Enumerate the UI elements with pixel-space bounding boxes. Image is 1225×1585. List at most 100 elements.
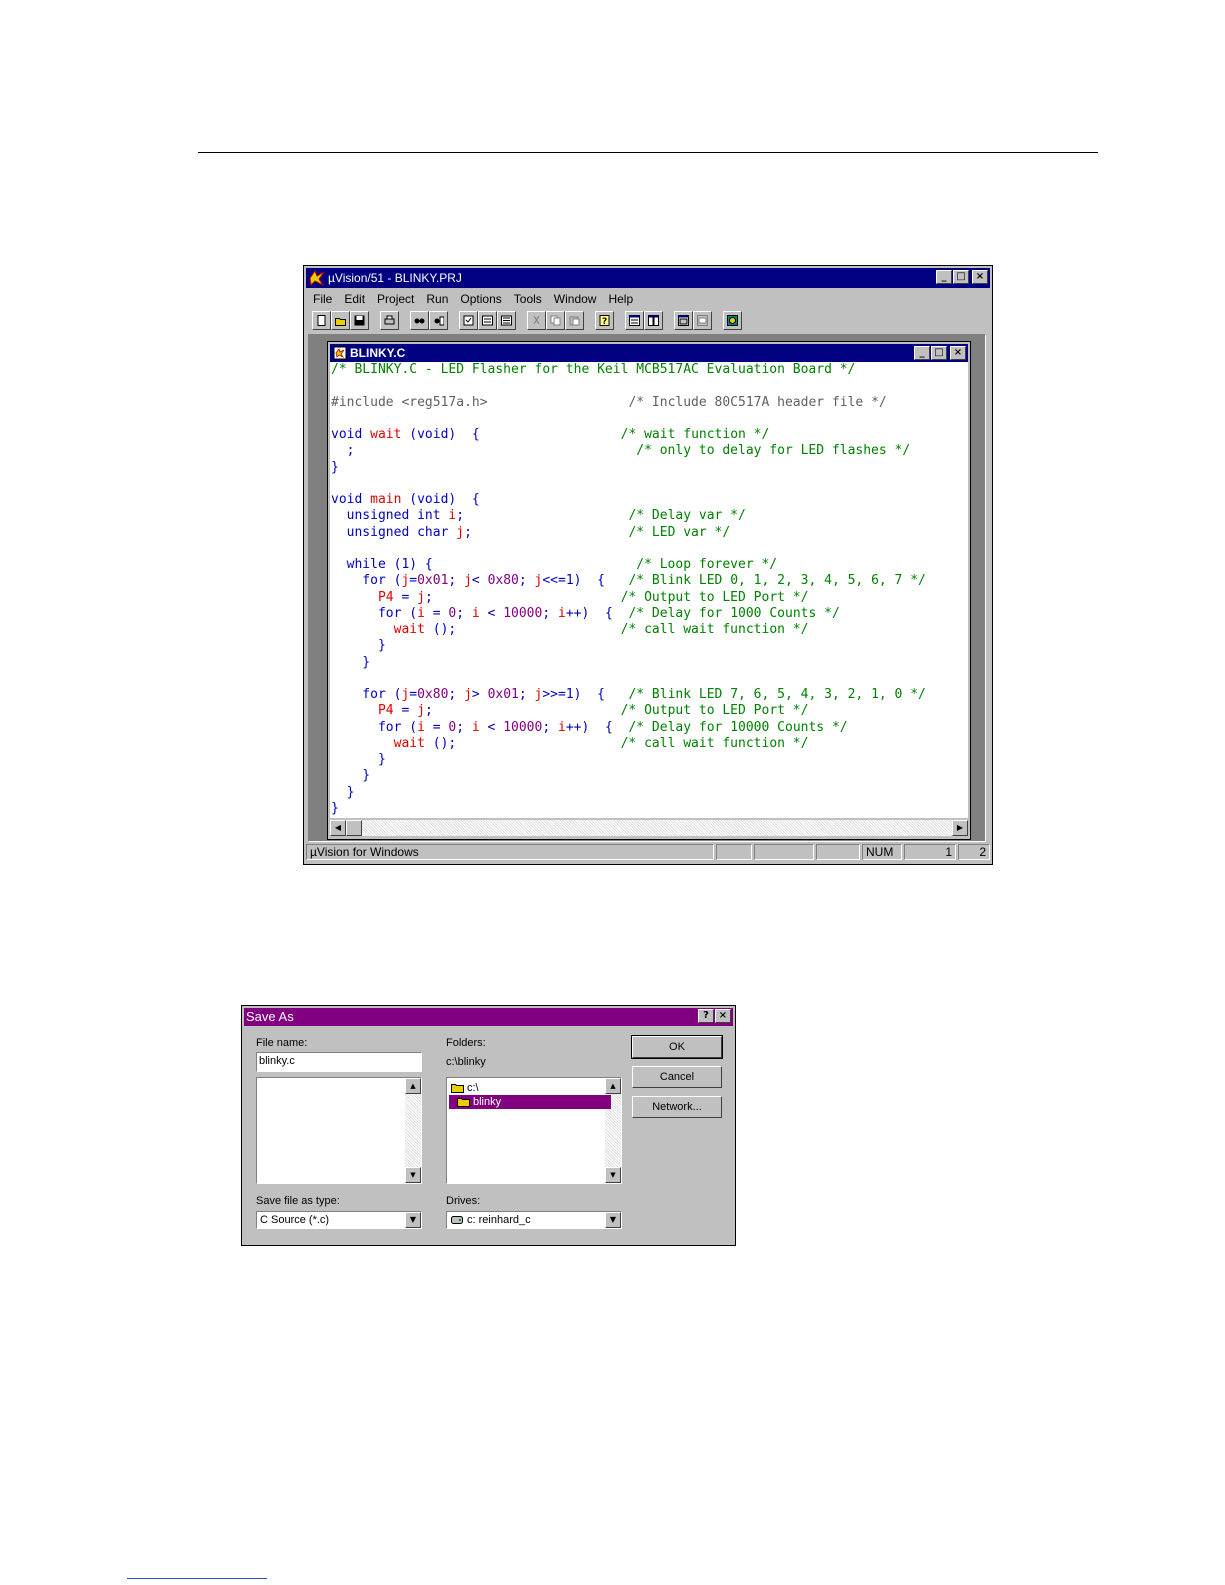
debug-button[interactable] — [723, 310, 742, 330]
code-token: void — [331, 492, 371, 507]
folder-name: blinky — [473, 1096, 502, 1108]
save-file-button[interactable] — [350, 310, 369, 330]
code-line[interactable]: for (j=0x01; j< 0x80; j<<=1) { /* Blink … — [331, 573, 926, 589]
file-list-up-arrow-icon[interactable]: ▲ — [405, 1078, 421, 1094]
find-button[interactable] — [410, 310, 429, 330]
code-line[interactable]: ; /* only to delay for LED flashes */ — [331, 443, 911, 459]
toolbar: ? — [312, 309, 742, 331]
horizontal-scrollbar[interactable]: ◀ ▶ — [330, 820, 968, 836]
network-button[interactable]: Network... — [632, 1096, 722, 1118]
status-text: µVision for Windows — [306, 844, 714, 860]
menu-help[interactable]: Help — [602, 290, 639, 308]
code-line[interactable]: void main (void) { — [331, 492, 480, 508]
drive-chevron-down-icon[interactable]: ▼ — [605, 1212, 621, 1228]
file-list[interactable]: ▲ ▼ — [256, 1077, 422, 1184]
menu-edit[interactable]: Edit — [338, 290, 371, 308]
file-list-down-arrow-icon[interactable]: ▼ — [405, 1167, 421, 1183]
dialog-title-bar[interactable]: Save As ? × — [244, 1008, 733, 1026]
cancel-button[interactable]: Cancel — [632, 1066, 722, 1088]
maximize-button[interactable]: □ — [953, 270, 969, 284]
code-line[interactable]: wait (); /* call wait function */ — [331, 736, 809, 752]
drives-select[interactable]: c: reinhard_c ▼ — [446, 1211, 622, 1229]
tile-icon — [629, 314, 640, 326]
code-line[interactable]: #include <reg517a.h> /* Include 80C517A … — [331, 395, 887, 411]
code-editor[interactable]: /* BLINKY.C - LED Flasher for the Keil M… — [330, 362, 968, 818]
code-line[interactable]: } — [331, 752, 386, 768]
code-line[interactable]: for (i = 0; i < 10000; i++) { /* Delay f… — [331, 606, 840, 622]
editor-minimize-button[interactable]: _ — [914, 346, 930, 360]
minimize-button[interactable]: _ — [936, 270, 952, 284]
menu-run[interactable]: Run — [420, 290, 454, 308]
folders-label: Folders: — [446, 1037, 486, 1049]
mdi-client-area: BLINKY.C _ □ × /* BLINKY.C - LED Flasher… — [308, 334, 986, 842]
file-list-scrollbar[interactable]: ▲ ▼ — [405, 1078, 421, 1183]
editor-close-button[interactable]: × — [950, 346, 966, 360]
cut-button[interactable] — [527, 310, 546, 330]
copy-button[interactable] — [546, 310, 565, 330]
code-line[interactable]: } — [331, 768, 370, 784]
new-file-button[interactable] — [312, 310, 331, 330]
print-button[interactable] — [380, 310, 399, 330]
code-token: 0x80 — [487, 573, 519, 589]
code-line[interactable]: P4 = j; /* Output to LED Port */ — [331, 703, 809, 719]
replace-icon — [434, 316, 444, 325]
save-type-select[interactable]: C Source (*.c) ▼ — [256, 1211, 422, 1229]
code-line[interactable]: wait (); /* call wait function */ — [331, 622, 809, 638]
code-token: j — [456, 524, 465, 540]
cascade-button[interactable] — [644, 310, 663, 330]
menu-options[interactable]: Options — [454, 290, 507, 308]
code-line[interactable]: } — [331, 638, 386, 654]
chevron-down-icon[interactable]: ▼ — [405, 1212, 421, 1228]
rebuild-button[interactable] — [497, 310, 516, 330]
project-button[interactable] — [674, 310, 693, 330]
menu-file[interactable]: File — [308, 290, 338, 308]
main-title-bar[interactable]: µVision/51 - BLINKY.PRJ _ □ × — [306, 268, 990, 288]
scroll-thumb[interactable] — [346, 820, 362, 836]
code-token: > — [471, 687, 488, 702]
file-name-input[interactable]: blinky.c — [256, 1052, 422, 1072]
replace-button[interactable] — [429, 310, 448, 330]
menu-project[interactable]: Project — [371, 290, 420, 308]
code-line[interactable]: /* BLINKY.C - LED Flasher for the Keil M… — [331, 362, 855, 378]
build-button[interactable] — [478, 310, 497, 330]
code-line[interactable]: } — [331, 655, 370, 671]
code-line[interactable]: unsigned int i; /* Delay var */ — [331, 508, 746, 524]
folder-list-down-arrow-icon[interactable]: ▼ — [605, 1167, 621, 1183]
dialog-help-button[interactable]: ? — [698, 1009, 714, 1023]
code-line[interactable]: } — [331, 801, 339, 817]
folder-list-up-arrow-icon[interactable]: ▲ — [605, 1078, 621, 1094]
editor-title-bar[interactable]: BLINKY.C _ □ × — [330, 344, 968, 362]
scroll-right-arrow-icon[interactable]: ▶ — [952, 820, 968, 836]
code-line[interactable]: } — [331, 785, 355, 801]
code-token: for ( — [331, 573, 402, 589]
folder-list-scrollbar[interactable]: ▲ ▼ — [605, 1078, 621, 1183]
code-line[interactable]: void wait (void) { /* wait function */ — [331, 427, 769, 443]
compile-button[interactable] — [459, 310, 478, 330]
code-line[interactable]: while (1) { /* Loop forever */ — [331, 557, 778, 573]
menu-tools[interactable]: Tools — [508, 290, 548, 308]
help-button[interactable]: ? — [595, 310, 614, 330]
folder-item[interactable]: c:\ — [449, 1081, 479, 1095]
options-button[interactable] — [693, 310, 712, 330]
code-line[interactable]: for (i = 0; i < 10000; i++) { /* Delay f… — [331, 720, 848, 736]
menu-window[interactable]: Window — [548, 290, 603, 308]
editor-maximize-button[interactable]: □ — [931, 346, 947, 360]
code-line[interactable]: P4 = j; /* Output to LED Port */ — [331, 589, 809, 606]
code-line[interactable]: } — [331, 460, 339, 476]
scroll-left-arrow-icon[interactable]: ◀ — [330, 820, 346, 836]
tile-button[interactable] — [625, 310, 644, 330]
ok-button[interactable]: OK — [631, 1035, 723, 1059]
code-token: while (1) { — [331, 557, 433, 572]
folder-list[interactable]: ▲ ▼ c:\ blinky — [446, 1077, 622, 1184]
folder-item[interactable]: blinky — [449, 1095, 611, 1109]
dialog-close-button[interactable]: × — [715, 1009, 731, 1023]
paste-button[interactable] — [565, 310, 584, 330]
scroll-track[interactable] — [346, 820, 952, 836]
code-token: = — [393, 589, 418, 605]
code-line[interactable]: for (j=0x80; j> 0x01; j>>=1) { /* Blink … — [331, 687, 926, 703]
open-file-button[interactable] — [331, 310, 350, 330]
close-button[interactable]: × — [972, 270, 988, 284]
code-line[interactable]: unsigned char j; /* LED var */ — [331, 524, 731, 541]
